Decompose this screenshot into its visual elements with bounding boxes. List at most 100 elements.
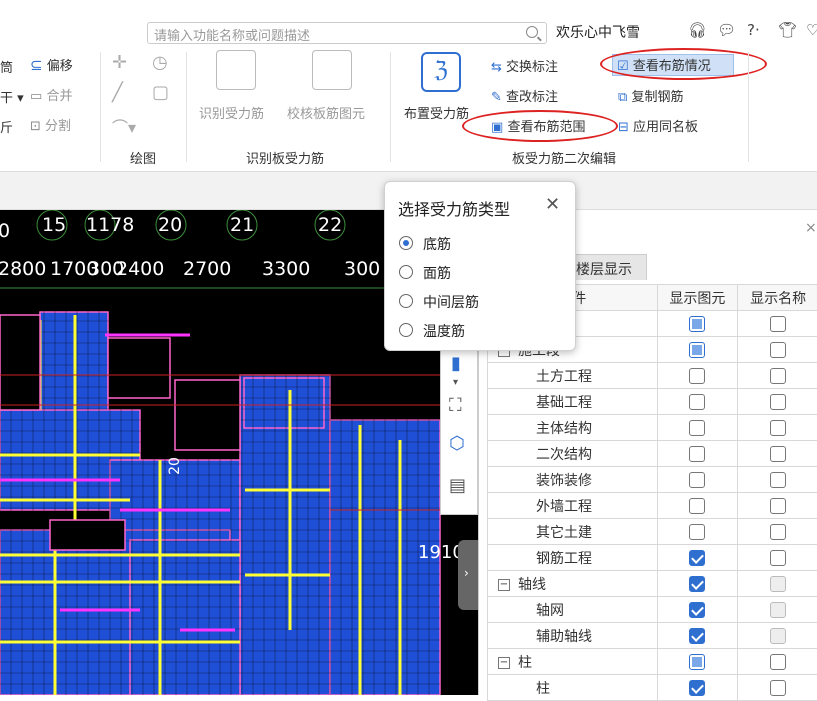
rect-icon[interactable]: ▢ [152,82,169,103]
identify-rebar-icon [216,50,256,90]
checkbox[interactable] [770,602,786,618]
search-icon[interactable] [526,26,538,38]
dimension-label: 2700 [183,258,231,280]
partial-item-3[interactable]: 斤 [0,117,13,136]
table-row[interactable]: 基础工程 [488,389,817,415]
checkbox[interactable] [689,550,705,566]
checkbox[interactable] [689,628,705,644]
tab-floor-display[interactable]: 楼层显示 [567,254,647,280]
fit-view-icon[interactable]: ⛶ [449,395,462,416]
checkbox[interactable] [689,654,705,670]
draw-group-label: 绘图 [130,148,156,167]
swap-label-button[interactable]: ⇆ 交换标注 [491,56,558,75]
checkbox[interactable] [689,680,705,696]
tree-item-label: 柱 [536,681,550,697]
checkbox[interactable] [689,316,705,332]
chevron-down-icon[interactable]: ▾ [453,377,458,388]
check-rebar-button[interactable]: 校核板筋图元 [287,103,365,122]
close-icon[interactable]: ✕ [545,194,560,215]
offset-button[interactable]: ⊆ 偏移 [30,55,73,74]
checkbox[interactable] [770,394,786,410]
panel-toggle-handle[interactable]: › [458,540,478,610]
checkbox[interactable] [689,368,705,384]
radio-button[interactable] [399,265,413,279]
checkbox[interactable] [689,498,705,514]
chat-icon[interactable]: 💬︎ [717,21,736,39]
table-row[interactable]: 钢筋工程 [488,545,817,571]
rotate-point-icon[interactable]: ◷ [152,52,168,73]
merge-button[interactable]: ▭ 合并 [30,85,72,104]
search-input[interactable]: 请输入功能名称或问题描述 [147,22,547,44]
table-row[interactable]: 装饰装修 [488,467,817,493]
table-row[interactable]: 二次结构 [488,441,817,467]
table-row[interactable]: 外墙工程 [488,493,817,519]
close-icon[interactable]: × [805,220,817,236]
identify-rebar-button[interactable]: 识别受力筋 [199,103,264,122]
search-placeholder: 请输入功能名称或问题描述 [154,25,310,44]
checkbox[interactable] [770,368,786,384]
table-row[interactable]: 其它土建 [488,519,817,545]
checkbox[interactable] [689,342,705,358]
heart-icon[interactable]: ♡ [806,21,817,39]
help-icon[interactable]: ?· [747,21,760,39]
radio-button[interactable] [399,236,413,250]
radio-button[interactable] [399,323,413,337]
radio-label: 温度筋 [423,321,465,341]
separator [186,52,187,162]
layer-view-icon[interactable]: ▤ [449,475,466,496]
checkbox[interactable] [689,446,705,462]
partial-item-1[interactable]: 筒 [0,57,13,76]
apply-same-button[interactable]: ⊟ 应用同名板 [618,116,698,135]
checkbox[interactable] [770,550,786,566]
separator [390,52,391,162]
edit-label-button[interactable]: ✎ 查改标注 [491,86,558,105]
checkbox[interactable] [689,420,705,436]
checkbox[interactable] [689,602,705,618]
headset-icon[interactable]: 🎧︎ [688,21,707,39]
copy-rebar-button[interactable]: ⧉ 复制钢筋 [618,86,683,105]
checkbox[interactable] [770,342,786,358]
table-row[interactable]: −轴线 [488,571,817,597]
checkbox[interactable] [770,576,786,592]
user-name[interactable]: 欢乐心中飞雪 [556,22,640,42]
edit-group-label: 板受力筋二次编辑 [512,148,616,167]
checkbox[interactable] [770,420,786,436]
radio-button[interactable] [399,294,413,308]
table-row[interactable]: 土方工程 [488,363,817,389]
opening-region [108,338,170,398]
place-rebar-button[interactable]: 布置受力筋 [404,103,469,122]
tree-expander-icon[interactable]: − [498,579,510,591]
axis-label: 21 [230,214,254,236]
checkbox[interactable] [770,524,786,540]
point-icon[interactable]: ✛ [112,52,127,73]
checkbox[interactable] [770,472,786,488]
checkbox[interactable] [689,472,705,488]
table-row[interactable]: 辅助轴线 [488,623,817,649]
axis-label: 20 [158,214,182,236]
split-button[interactable]: ⊡ 分割 [30,115,71,134]
checkbox[interactable] [689,394,705,410]
table-row[interactable]: 轴网 [488,597,817,623]
arc-icon[interactable]: ⌒▾ [112,114,136,138]
table-row[interactable]: −柱 [488,649,817,675]
checkbox[interactable] [770,446,786,462]
checkbox[interactable] [770,628,786,644]
axis-label: 15 [42,214,66,236]
column-header[interactable]: 显示名称 [738,285,817,311]
checkbox[interactable] [689,576,705,592]
shirt-icon[interactable]: 👕︎ [778,21,797,39]
table-row[interactable]: 柱 [488,675,817,701]
checkbox[interactable] [770,654,786,670]
column-header[interactable]: 显示图元 [657,285,738,311]
line-icon[interactable]: ╱ [112,82,123,103]
checkbox[interactable] [770,498,786,514]
tree-expander-icon[interactable]: − [498,657,510,669]
3d-view-icon[interactable]: ⬡ [449,433,465,454]
checkbox[interactable] [770,680,786,696]
table-row[interactable]: 主体结构 [488,415,817,441]
checkbox[interactable] [689,524,705,540]
cube-icon[interactable]: ▮ [451,353,461,374]
partial-item-2[interactable]: 干 ▾ [0,87,24,106]
checkbox[interactable] [770,316,786,332]
tree-item-label: 装饰装修 [536,473,592,489]
